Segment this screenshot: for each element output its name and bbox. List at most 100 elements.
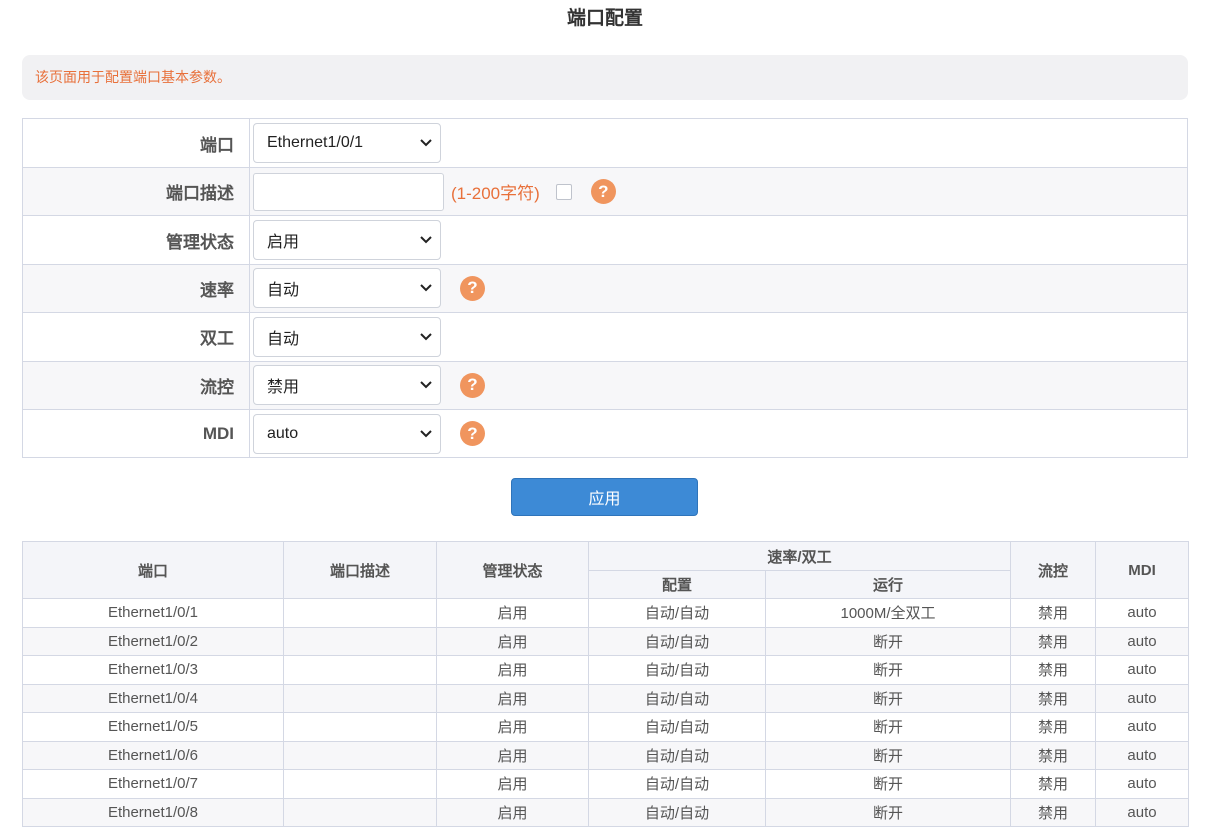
cell-running: 断开 <box>764 683 1012 713</box>
cell-running: 1000M/全双工 <box>764 598 1012 628</box>
duplex-select-value: 自动 <box>267 330 300 348</box>
form-row-port: 端口 Ethernet1/0/1 <box>23 119 1187 167</box>
description-label: 端口描述 <box>23 168 250 216</box>
table-row: Ethernet1/0/7 启用 自动/自动 断开 禁用 auto <box>22 769 1190 799</box>
cell-flow-control: 禁用 <box>1010 598 1097 628</box>
table-row: Ethernet1/0/1 启用 自动/自动 1000M/全双工 禁用 auto <box>22 598 1190 628</box>
cell-admin-status: 启用 <box>436 769 589 799</box>
col-header-port: 端口 <box>22 541 284 599</box>
help-icon[interactable]: ? <box>460 275 485 301</box>
cell-running: 断开 <box>764 655 1012 685</box>
cell-port: Ethernet1/0/3 <box>22 655 284 685</box>
help-icon[interactable]: ? <box>460 372 485 398</box>
description-length-hint: (1-200字符) <box>451 184 540 204</box>
chevron-down-icon <box>420 234 432 246</box>
flow-control-label: 流控 <box>23 361 250 409</box>
table-row: Ethernet1/0/4 启用 自动/自动 断开 禁用 auto <box>22 683 1190 713</box>
cell-description <box>283 683 437 713</box>
cell-port: Ethernet1/0/5 <box>22 712 284 742</box>
table-row: Ethernet1/0/2 启用 自动/自动 断开 禁用 auto <box>22 626 1190 656</box>
chevron-down-icon <box>420 137 432 149</box>
cell-port: Ethernet1/0/7 <box>22 769 284 799</box>
cell-admin-status: 启用 <box>436 683 589 713</box>
table-row: Ethernet1/0/5 启用 自动/自动 断开 禁用 auto <box>22 712 1190 742</box>
chevron-down-icon <box>420 331 432 343</box>
form-row-admin-status: 管理状态 启用 <box>23 215 1187 264</box>
port-status-table: 端口 端口描述 管理状态 速率/双工 流控 MDI 配置 运行 Ethernet… <box>22 541 1190 827</box>
cell-mdi: auto <box>1095 626 1190 656</box>
cell-description <box>283 712 437 742</box>
cell-description <box>283 626 437 656</box>
table-row: Ethernet1/0/3 启用 自动/自动 断开 禁用 auto <box>22 655 1190 685</box>
cell-config: 自动/自动 <box>588 655 766 685</box>
cell-config: 自动/自动 <box>588 712 766 742</box>
page-title: 端口配置 <box>566 8 643 29</box>
cell-running: 断开 <box>764 797 1012 827</box>
port-label: 端口 <box>23 119 250 167</box>
cell-flow-control: 禁用 <box>1010 769 1097 799</box>
chevron-down-icon <box>420 428 432 440</box>
port-select[interactable]: Ethernet1/0/1 <box>253 123 441 163</box>
cell-port: Ethernet1/0/4 <box>22 683 284 713</box>
cell-port: Ethernet1/0/8 <box>22 797 284 827</box>
mdi-label: MDI <box>23 409 250 458</box>
cell-running: 断开 <box>764 740 1012 770</box>
cell-port: Ethernet1/0/6 <box>22 740 284 770</box>
duplex-select[interactable]: 自动 <box>253 316 441 357</box>
cell-running: 断开 <box>764 626 1012 656</box>
cell-admin-status: 启用 <box>436 655 589 685</box>
duplex-label: 双工 <box>23 313 250 361</box>
help-icon[interactable]: ? <box>590 179 616 205</box>
cell-flow-control: 禁用 <box>1010 626 1097 656</box>
cell-config: 自动/自动 <box>588 797 766 827</box>
port-select-value: Ethernet1/0/1 <box>267 134 364 151</box>
cell-description <box>283 769 437 799</box>
cell-flow-control: 禁用 <box>1010 655 1097 685</box>
cell-config: 自动/自动 <box>588 683 766 713</box>
cell-mdi: auto <box>1095 712 1190 742</box>
table-row: Ethernet1/0/8 启用 自动/自动 断开 禁用 auto <box>22 797 1190 827</box>
cell-mdi: auto <box>1095 655 1190 685</box>
cell-config: 自动/自动 <box>588 598 766 628</box>
cell-description <box>283 655 437 685</box>
admin-status-select-value: 启用 <box>267 234 300 252</box>
cell-admin-status: 启用 <box>436 712 589 742</box>
cell-mdi: auto <box>1095 769 1190 799</box>
col-header-mdi: MDI <box>1095 541 1190 599</box>
cell-admin-status: 启用 <box>436 598 589 628</box>
help-icon[interactable]: ? <box>460 421 485 447</box>
info-notice: 该页面用于配置端口基本参数。 <box>22 55 1188 100</box>
description-input[interactable] <box>253 172 444 211</box>
col-header-admin-status: 管理状态 <box>436 541 589 599</box>
speed-select-value: 自动 <box>267 282 300 300</box>
cell-flow-control: 禁用 <box>1010 712 1097 742</box>
cell-mdi: auto <box>1095 797 1190 827</box>
cell-flow-control: 禁用 <box>1010 740 1097 770</box>
cell-mdi: auto <box>1095 740 1190 770</box>
col-header-running: 运行 <box>764 570 1012 599</box>
port-config-form: 端口 Ethernet1/0/1 端口描述 (1-200字符) ? 管理状态 启… <box>22 118 1188 459</box>
flow-control-select-value: 禁用 <box>267 379 300 397</box>
col-header-description: 端口描述 <box>283 541 437 599</box>
cell-config: 自动/自动 <box>588 769 766 799</box>
form-row-flow-control: 流控 禁用 ? <box>23 360 1187 409</box>
col-header-flow-control: 流控 <box>1010 541 1097 599</box>
admin-status-select[interactable]: 启用 <box>253 220 441 261</box>
cell-running: 断开 <box>764 769 1012 799</box>
cell-admin-status: 启用 <box>436 626 589 656</box>
chevron-down-icon <box>420 282 432 294</box>
description-checkbox[interactable] <box>555 183 572 200</box>
mdi-select-value: auto <box>267 424 299 442</box>
speed-select[interactable]: 自动 <box>253 268 441 309</box>
cell-port: Ethernet1/0/1 <box>22 598 284 628</box>
form-row-speed: 速率 自动 ? <box>23 263 1187 313</box>
speed-label: 速率 <box>23 264 250 313</box>
apply-button[interactable]: 应用 <box>511 478 698 516</box>
mdi-select[interactable]: auto <box>253 413 441 454</box>
cell-mdi: auto <box>1095 598 1190 628</box>
col-header-speed-duplex: 速率/双工 <box>587 541 1012 571</box>
form-row-mdi: MDI auto ? <box>23 408 1187 458</box>
cell-mdi: auto <box>1095 683 1190 713</box>
flow-control-select[interactable]: 禁用 <box>253 365 441 406</box>
cell-flow-control: 禁用 <box>1010 797 1097 827</box>
